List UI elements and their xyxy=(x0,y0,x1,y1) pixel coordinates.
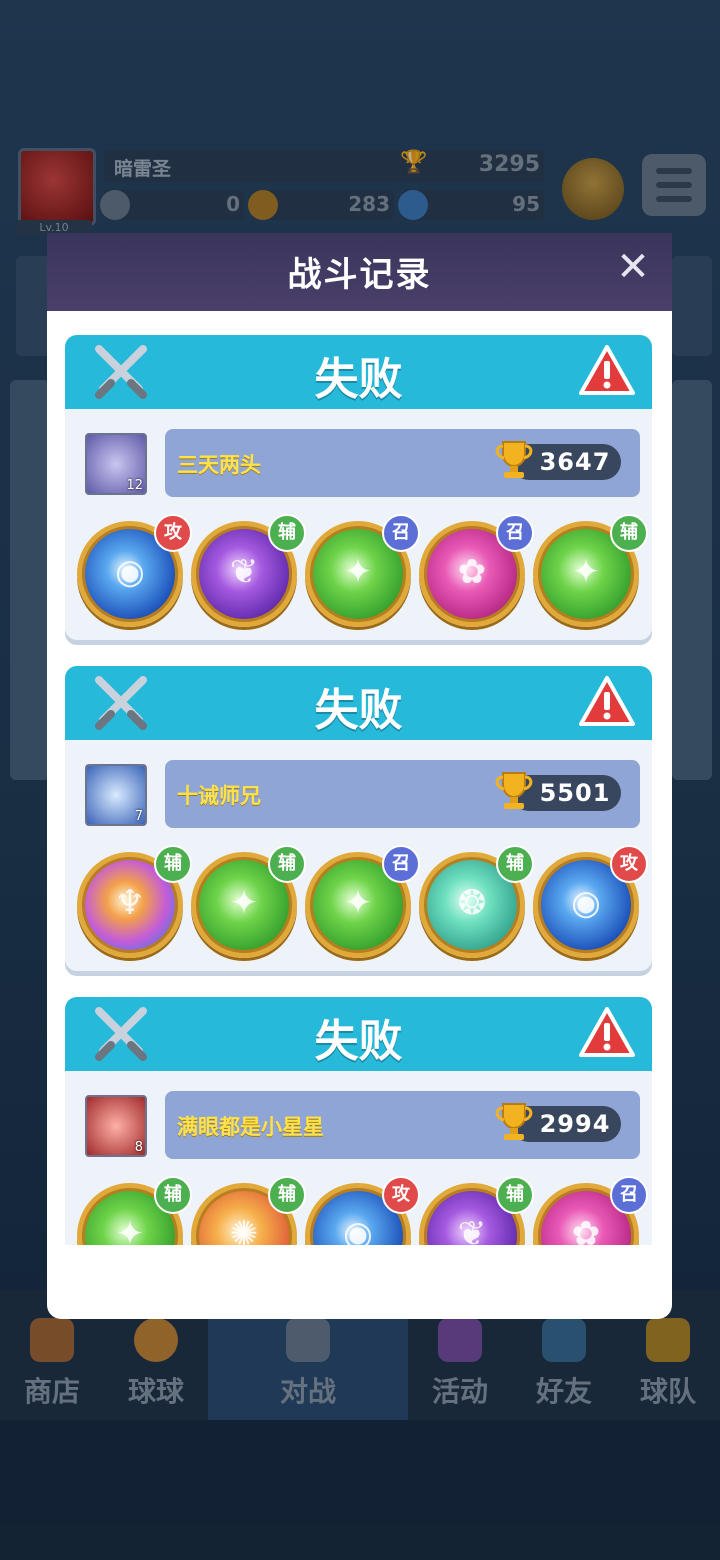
opponent-trophies: 5501 xyxy=(539,779,611,807)
ball-purple-icon[interactable]: ❦ 辅 xyxy=(419,1176,534,1245)
ball-pink-icon[interactable]: ✿ 召 xyxy=(419,514,534,627)
opponent-trophies: 3647 xyxy=(539,448,611,476)
role-tag: 辅 xyxy=(268,514,306,552)
dialog-title: 战斗记录 xyxy=(287,255,432,295)
ball-green-icon[interactable]: ✦ 辅 xyxy=(77,1176,192,1245)
role-tag: 辅 xyxy=(610,514,648,552)
opponent-avatar[interactable]: 8 xyxy=(85,1095,147,1157)
opponent-trophies: 2994 xyxy=(539,1110,611,1138)
ball-rainbow-icon[interactable]: ♆ 辅 xyxy=(77,845,192,958)
warning-icon[interactable] xyxy=(577,674,637,730)
battle-record-card[interactable]: 失败 7 十诫师兄 5501 ♆ 辅 ✦ 辅 ✦ 召 ❂ 辅 ◉ 攻 xyxy=(65,666,652,971)
ball-teal-icon[interactable]: ❂ 辅 xyxy=(419,845,534,958)
role-tag: 召 xyxy=(610,1176,648,1214)
ball-emblem-icon: ✦ xyxy=(343,883,373,923)
opponent-avatar[interactable]: 12 xyxy=(85,433,147,495)
battle-record-card[interactable]: 失败 12 三天两头 3647 ◉ 攻 ❦ 辅 ✦ 召 ✿ 召 ✦ 辅 xyxy=(65,335,652,640)
role-tag: 攻 xyxy=(382,1176,420,1214)
ball-blue-icon[interactable]: ◉ 攻 xyxy=(77,514,192,627)
role-tag: 召 xyxy=(496,514,534,552)
battle-record-dialog: 战斗记录 ✕ 失败 12 三天两头 3647 ◉ 攻 ❦ 辅 ✦ 召 ✿ 召 ✦… xyxy=(47,233,672,1319)
record-header: 失败 xyxy=(65,997,652,1071)
role-tag: 辅 xyxy=(496,845,534,883)
trophy-icon xyxy=(495,1103,533,1140)
role-tag: 辅 xyxy=(268,1176,306,1214)
dialog-header: 战斗记录 ✕ xyxy=(47,233,672,311)
battle-result: 失败 xyxy=(314,354,403,405)
ball-emblem-icon: ❦ xyxy=(229,552,259,592)
opponent-name: 三天两头 xyxy=(177,453,261,477)
trophy-icon xyxy=(495,772,533,809)
ball-pink-icon[interactable]: ✿ 召 xyxy=(533,1176,648,1245)
role-tag: 辅 xyxy=(496,1176,534,1214)
ball-emblem-icon: ✿ xyxy=(571,1214,601,1245)
opponent-avatar[interactable]: 7 xyxy=(85,764,147,826)
ball-green-icon[interactable]: ✦ 辅 xyxy=(191,845,306,958)
ball-emblem-icon: ◉ xyxy=(115,552,145,592)
record-list[interactable]: 失败 12 三天两头 3647 ◉ 攻 ❦ 辅 ✦ 召 ✿ 召 ✦ 辅 失败 7… xyxy=(47,311,672,1245)
opponent-avatar-level: 7 xyxy=(134,809,143,824)
ball-green-icon[interactable]: ✦ 召 xyxy=(305,845,420,958)
ball-emblem-icon: ♆ xyxy=(114,883,146,923)
ball-emblem-icon: ✿ xyxy=(457,552,487,592)
warning-icon[interactable] xyxy=(577,343,637,399)
warning-icon[interactable] xyxy=(577,1005,637,1061)
opponent-row: 满眼都是小星星 2994 xyxy=(165,1091,640,1159)
opponent-avatar-level: 12 xyxy=(126,478,143,493)
role-tag: 辅 xyxy=(154,1176,192,1214)
record-header: 失败 xyxy=(65,335,652,409)
role-tag: 辅 xyxy=(154,845,192,883)
ball-orange-icon[interactable]: ✺ 辅 xyxy=(191,1176,306,1245)
ball-green-icon[interactable]: ✦ 召 xyxy=(305,514,420,627)
trophy-icon xyxy=(495,441,533,478)
opponent-name: 十诫师兄 xyxy=(177,784,261,808)
role-tag: 攻 xyxy=(154,514,192,552)
ball-emblem-icon: ✦ xyxy=(115,1214,145,1245)
role-tag: 攻 xyxy=(610,845,648,883)
role-tag: 辅 xyxy=(268,845,306,883)
opponent-trophy-badge: 5501 xyxy=(495,772,621,811)
role-tag: 召 xyxy=(382,514,420,552)
ball-blue-icon[interactable]: ◉ 攻 xyxy=(533,845,648,958)
ball-emblem-icon: ✦ xyxy=(571,552,601,592)
opponent-row: 三天两头 3647 xyxy=(165,429,640,497)
ball-emblem-icon: ❦ xyxy=(457,1214,487,1245)
ball-purple-icon[interactable]: ❦ 辅 xyxy=(191,514,306,627)
ball-green-icon[interactable]: ✦ 辅 xyxy=(533,514,648,627)
role-tag: 召 xyxy=(382,845,420,883)
ball-emblem-icon: ✺ xyxy=(229,1214,259,1245)
ball-emblem-icon: ❂ xyxy=(457,883,487,923)
opponent-avatar-level: 8 xyxy=(134,1140,143,1155)
opponent-trophy-badge: 3647 xyxy=(495,441,621,480)
battle-result: 失败 xyxy=(314,685,403,736)
battle-record-card[interactable]: 失败 8 满眼都是小星星 2994 ✦ 辅 ✺ 辅 ◉ 攻 ❦ 辅 ✿ 召 xyxy=(65,997,652,1245)
ball-emblem-icon: ✦ xyxy=(229,883,259,923)
ball-emblem-icon: ✦ xyxy=(343,552,373,592)
record-header: 失败 xyxy=(65,666,652,740)
opponent-row: 十诫师兄 5501 xyxy=(165,760,640,828)
close-icon[interactable]: ✕ xyxy=(613,247,653,287)
battle-result: 失败 xyxy=(314,1016,403,1067)
ball-blue-icon[interactable]: ◉ 攻 xyxy=(305,1176,420,1245)
ball-emblem-icon: ◉ xyxy=(571,883,601,923)
opponent-trophy-badge: 2994 xyxy=(495,1103,621,1142)
ball-emblem-icon: ◉ xyxy=(343,1214,373,1245)
opponent-name: 满眼都是小星星 xyxy=(177,1115,324,1139)
